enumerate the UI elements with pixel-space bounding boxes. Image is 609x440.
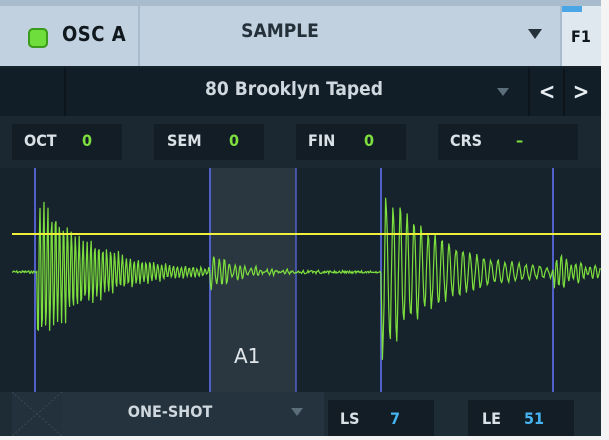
loop-end-value[interactable]: 51 <box>524 409 544 428</box>
loop-start-label: LS <box>340 409 360 428</box>
chevron-right-icon[interactable]: > <box>568 74 594 110</box>
filter-route-label: F1 <box>571 27 591 46</box>
loop-end-label: LE <box>482 409 502 428</box>
waveform-gutter <box>0 168 12 392</box>
preset-name[interactable]: 80 Brooklyn Taped <box>164 78 424 100</box>
coarse-label: CRS <box>450 131 483 150</box>
coarse-value[interactable]: – <box>516 131 523 150</box>
dropdown-arrow-icon <box>528 29 542 39</box>
loop-start-value[interactable]: 7 <box>390 409 400 428</box>
fine-value[interactable]: 0 <box>364 131 374 150</box>
semitone-value[interactable]: 0 <box>229 131 239 150</box>
preset-dropdown-arrow-icon[interactable] <box>497 88 509 96</box>
fine-label: FIN <box>308 131 336 150</box>
osc-enable-led-icon[interactable] <box>28 28 48 48</box>
filter-route-indicator <box>562 6 582 12</box>
waveform-trace <box>12 197 601 360</box>
waveform-display[interactable]: A1 <box>12 168 601 392</box>
source-type-label: SAMPLE <box>241 20 319 42</box>
osc-name-label: OSC A <box>62 22 127 46</box>
cross-icon <box>11 391 63 437</box>
octave-value[interactable]: 0 <box>82 131 92 150</box>
playback-mode-label: ONE-SHOT <box>127 402 213 421</box>
source-type-dropdown[interactable] <box>140 6 560 66</box>
semitone-label: SEM <box>167 131 202 150</box>
panel-edge <box>601 0 609 436</box>
preset-divider <box>563 68 565 116</box>
root-note-label: A1 <box>234 344 260 368</box>
dropdown-arrow-icon <box>291 408 303 416</box>
chevron-left-icon[interactable]: < <box>534 74 560 110</box>
waveform-svg: A1 <box>12 168 601 392</box>
octave-label: OCT <box>24 131 57 150</box>
preset-divider <box>528 68 530 116</box>
preset-divider <box>64 68 66 116</box>
loop-toggle-cell[interactable] <box>11 391 63 437</box>
